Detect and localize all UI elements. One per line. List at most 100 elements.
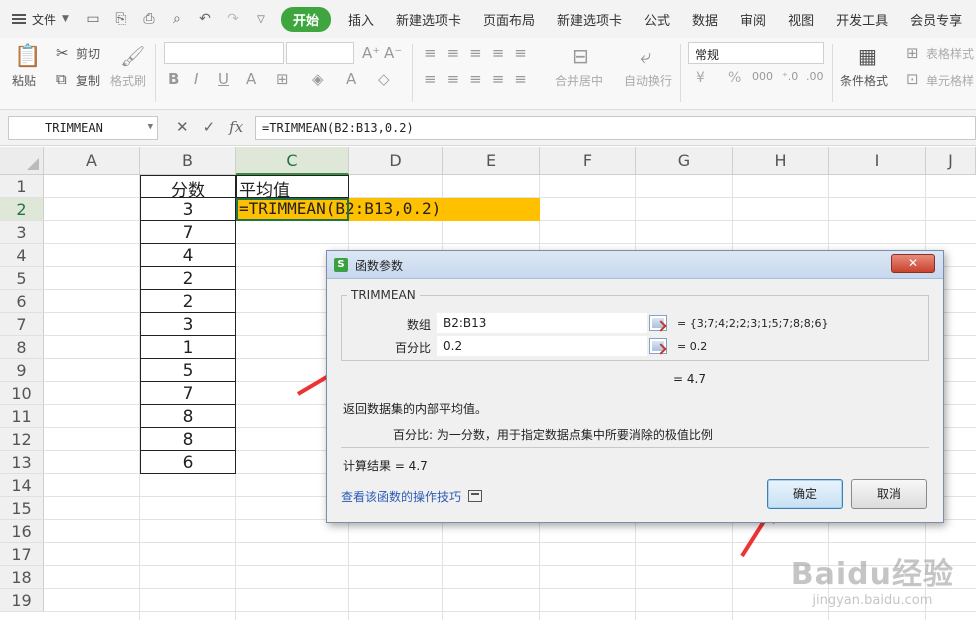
tab-member[interactable]: 会员专享 [899,10,973,29]
ok-button[interactable]: 确定 [767,479,843,509]
currency-button[interactable]: ¥ [696,70,705,86]
score-cell[interactable]: 4 [140,244,236,267]
number-format-select[interactable]: 常规 [688,42,824,64]
help-link[interactable]: 查看该函数的操作技巧 [341,488,461,505]
column-header-g[interactable]: G [636,147,733,175]
italic-icon[interactable]: I [194,70,198,88]
row-header-14[interactable]: 14 [0,474,44,497]
tab-new-2[interactable]: 新建选项卡 [546,10,633,29]
font-color-icon[interactable]: A [346,70,356,88]
file-menu[interactable]: 文件 ▼ [0,0,77,38]
row-header-1[interactable]: 1 [0,175,44,198]
row-header-9[interactable]: 9 [0,359,44,382]
format-painter-button[interactable]: 格式刷 [110,72,146,89]
select-all-corner[interactable] [0,147,44,175]
tab-home[interactable]: 开始 [280,6,331,32]
bold-icon[interactable]: B [168,70,179,88]
row-header-8[interactable]: 8 [0,336,44,359]
font-size-select[interactable] [286,42,354,64]
score-cell[interactable]: 1 [140,336,236,359]
row-header-7[interactable]: 7 [0,313,44,336]
column-header-b[interactable]: B [140,147,236,175]
score-cell[interactable]: 8 [140,428,236,451]
range-select-icon[interactable] [649,315,667,331]
score-cell[interactable]: 5 [140,359,236,382]
formula-input[interactable]: =TRIMMEAN(B2:B13,0.2) [255,116,976,140]
tab-view[interactable]: 视图 [777,10,825,29]
close-button[interactable]: ✕ [891,254,935,273]
score-cell[interactable]: 3 [140,198,236,221]
range-select-icon[interactable] [649,338,667,354]
score-cell[interactable]: 7 [140,221,236,244]
tab-new-1[interactable]: 新建选项卡 [385,10,472,29]
row-header-16[interactable]: 16 [0,520,44,543]
copy-button[interactable]: 复制 [76,72,100,89]
clear-icon[interactable]: ◇ [378,70,390,88]
undo-icon[interactable]: ↶ [197,11,213,27]
row-header-11[interactable]: 11 [0,405,44,428]
arg2-input[interactable]: 0.2 [437,336,647,356]
column-header-i[interactable]: I [829,147,926,175]
row-header-4[interactable]: 4 [0,244,44,267]
cancel-button[interactable]: 取消 [851,479,927,509]
row-header-15[interactable]: 15 [0,497,44,520]
column-header-f[interactable]: F [540,147,636,175]
row-header-6[interactable]: 6 [0,290,44,313]
score-cell[interactable]: 2 [140,267,236,290]
dialog-title-bar[interactable]: S 函数参数 ✕ [327,251,943,279]
tab-formulas[interactable]: 公式 [633,10,681,29]
align-top-icons[interactable]: ≡≡≡≡≡ [424,44,537,62]
cell-c1[interactable]: 平均值 [236,175,349,201]
print-icon[interactable]: ⎙ [141,11,157,27]
row-header-3[interactable]: 3 [0,221,44,244]
column-header-d[interactable]: D [349,147,443,175]
column-header-j[interactable]: J [926,147,976,175]
score-cell[interactable]: 8 [140,405,236,428]
row-header-13[interactable]: 13 [0,451,44,474]
column-header-c[interactable]: C [236,147,349,175]
more-icon[interactable]: ▽ [253,14,269,25]
score-cell[interactable]: 2 [140,290,236,313]
conditional-format-button[interactable]: 条件格式 [840,72,888,89]
tab-page-layout[interactable]: 页面布局 [472,10,546,29]
row-header-17[interactable]: 17 [0,543,44,566]
decimal-dec-icon[interactable]: .00 [806,70,824,83]
score-cell[interactable]: 7 [140,382,236,405]
tab-insert[interactable]: 插入 [337,10,385,29]
cell-style-button[interactable]: 单元格样 [926,72,974,89]
tab-data[interactable]: 数据 [681,10,729,29]
cut-button[interactable]: 剪切 [76,45,100,62]
paste-label[interactable]: 粘贴 [12,72,36,89]
border-icon[interactable]: ⊞ [276,70,289,88]
row-header-18[interactable]: 18 [0,566,44,589]
thousands-icon[interactable]: 000 [752,70,773,83]
tab-developer[interactable]: 开发工具 [825,10,899,29]
font-grow-icon[interactable]: A⁺ [362,44,380,62]
fill-color-icon[interactable]: ◈ [312,70,324,88]
score-cell[interactable]: 3 [140,313,236,336]
table-style-button[interactable]: 表格样式 [926,45,974,62]
row-header-12[interactable]: 12 [0,428,44,451]
column-header-e[interactable]: E [443,147,540,175]
video-icon[interactable] [468,490,482,502]
row-header-19[interactable]: 19 [0,589,44,612]
font-family-select[interactable] [164,42,284,64]
row-header-2[interactable]: 2 [0,198,44,221]
strike-icon[interactable]: A [246,70,256,88]
save-icon[interactable]: ▭ [85,11,101,27]
row-header-10[interactable]: 10 [0,382,44,405]
align-left-icons[interactable]: ≡≡≡≡≡ [424,70,537,88]
tab-review[interactable]: 审阅 [729,10,777,29]
name-box[interactable]: TRIMMEAN ▼ [8,116,158,140]
row-header-5[interactable]: 5 [0,267,44,290]
cancel-icon[interactable]: ✕ [176,118,189,136]
confirm-icon[interactable]: ✓ [203,118,216,136]
wrap-text-button[interactable]: 自动换行 [624,72,672,89]
merge-center-button[interactable]: 合并居中 [555,72,603,89]
redo-icon[interactable]: ↷ [225,11,241,27]
underline-icon[interactable]: U [218,70,229,88]
paste-icon[interactable]: 📋 [14,44,41,69]
export-icon[interactable]: ⎘ [113,11,129,27]
font-shrink-icon[interactable]: A⁻ [384,44,402,62]
insert-function-icon[interactable]: fx [229,118,243,136]
